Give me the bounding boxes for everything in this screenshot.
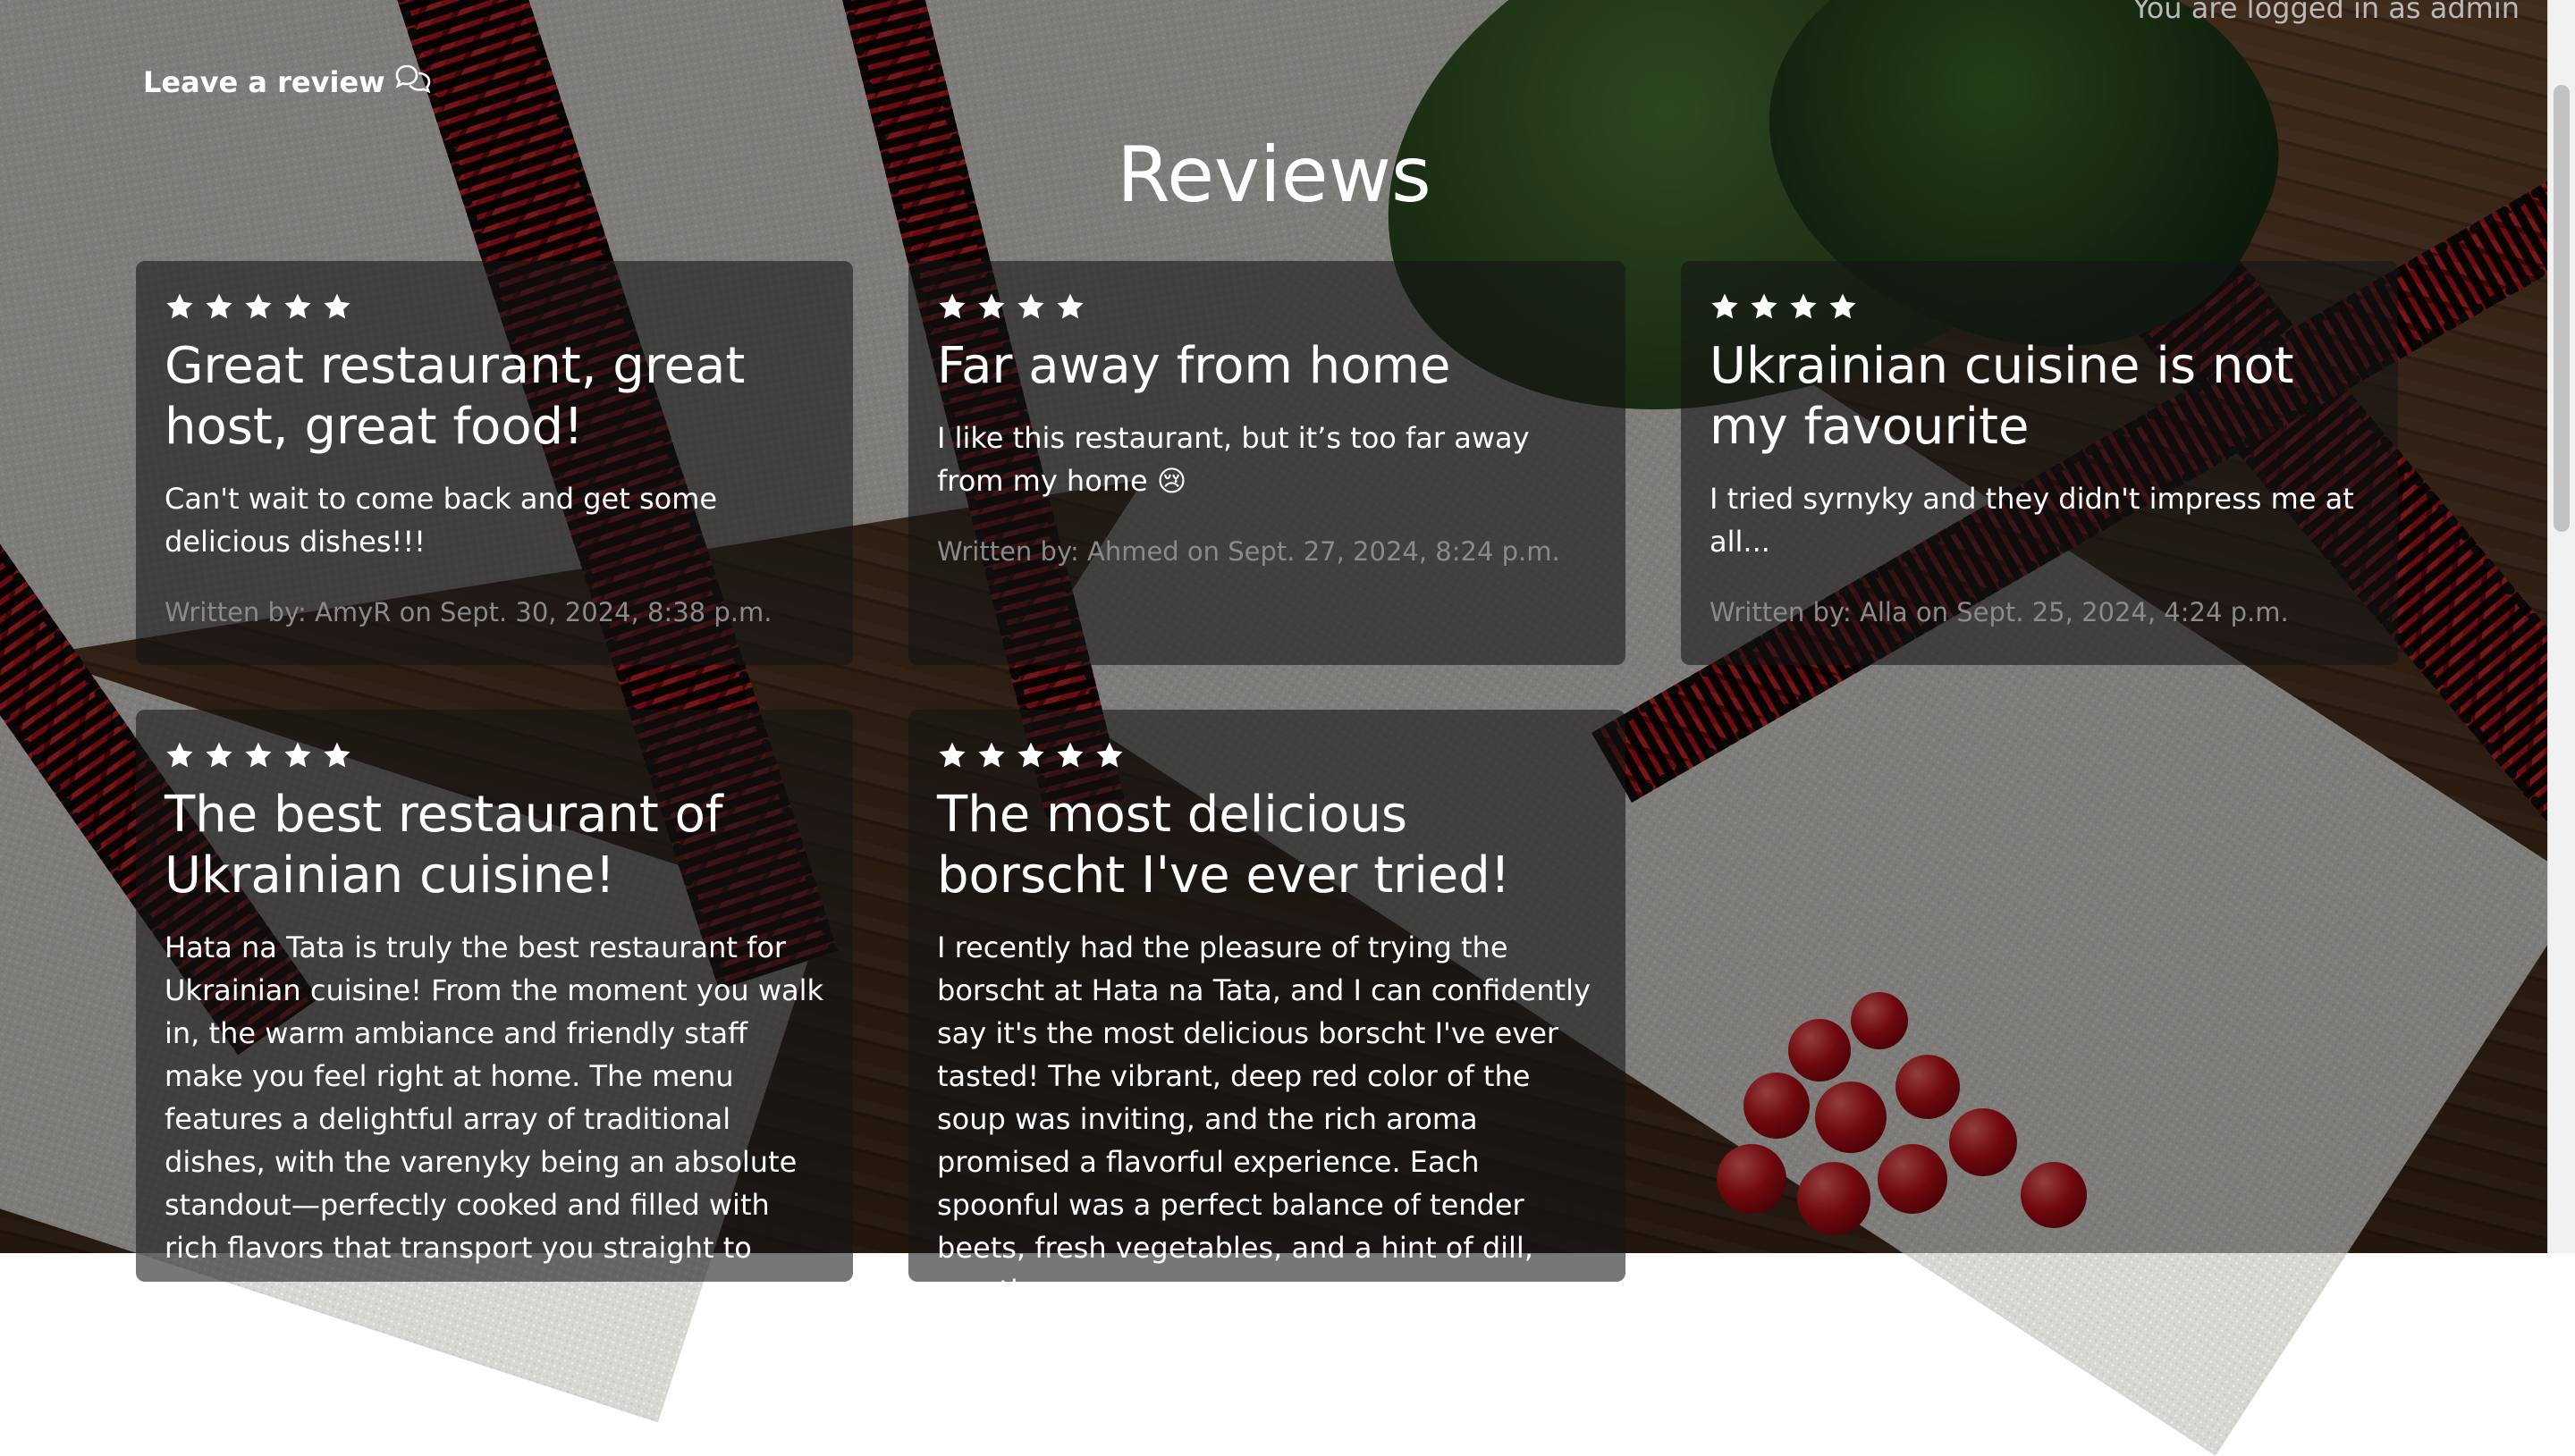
- star-rating: [165, 740, 824, 772]
- star-icon: [1096, 742, 1123, 768]
- review-card: Far away from home I like this restauran…: [908, 261, 1625, 665]
- review-body: I tried syrnyky and they didn't impress …: [1710, 482, 2354, 559]
- vertical-scrollbar[interactable]: [2547, 0, 2575, 1253]
- review-card: The most delicious borscht I've ever tri…: [908, 710, 1625, 1282]
- star-icon: [939, 742, 966, 768]
- review-title: The best restaurant of Ukrainian cuisine…: [165, 786, 723, 905]
- star-icon: [206, 293, 232, 319]
- star-rating: [937, 291, 1597, 324]
- star-icon: [166, 742, 193, 768]
- star-icon: [1751, 293, 1777, 319]
- page-title: Reviews: [1117, 130, 1431, 220]
- review-title: Far away from home: [937, 337, 1451, 395]
- review-card: The best restaurant of Ukrainian cuisine…: [136, 710, 853, 1282]
- star-icon: [939, 293, 966, 319]
- star-icon: [978, 293, 1005, 319]
- star-icon: [1829, 293, 1856, 319]
- star-icon: [324, 742, 350, 768]
- star-icon: [284, 293, 311, 319]
- star-rating: [1710, 291, 2369, 324]
- star-rating: [165, 291, 824, 324]
- star-icon: [1017, 742, 1044, 768]
- star-icon: [1057, 742, 1084, 768]
- review-meta: Written by: AmyR on Sept. 30, 2024, 8:38…: [165, 597, 772, 627]
- star-icon: [206, 742, 232, 768]
- review-meta: Written by: Ahmed on Sept. 27, 2024, 8:2…: [937, 536, 1560, 567]
- review-body: I like this restaurant, but it’s too far…: [937, 421, 1530, 498]
- star-icon: [1057, 293, 1084, 319]
- star-rating: [937, 740, 1597, 772]
- review-title: Ukrainian cuisine is not my favourite: [1710, 337, 2294, 456]
- review-title: Great restaurant, great host, great food…: [165, 337, 746, 456]
- review-card: Ukrainian cuisine is not my favourite I …: [1681, 261, 2398, 665]
- login-status: You are logged in as admin: [2132, 0, 2520, 25]
- review-title: The most delicious borscht I've ever tri…: [937, 786, 1511, 905]
- chat-bubbles-icon: [394, 63, 432, 102]
- star-icon: [978, 742, 1005, 768]
- star-icon: [245, 742, 272, 768]
- leave-review-link[interactable]: Leave a review: [143, 63, 432, 102]
- star-icon: [324, 293, 350, 319]
- star-icon: [1711, 293, 1738, 319]
- leave-review-label: Leave a review: [143, 65, 385, 99]
- star-icon: [284, 742, 311, 768]
- review-meta: Written by: Alla on Sept. 25, 2024, 4:24…: [1710, 597, 2289, 627]
- review-body: I recently had the pleasure of trying th…: [937, 930, 1591, 1282]
- review-body: Hata na Tata is truly the best restauran…: [165, 930, 824, 1265]
- star-icon: [166, 293, 193, 319]
- star-icon: [245, 293, 272, 319]
- review-body: Can't wait to come back and get some del…: [165, 482, 718, 559]
- scrollbar-thumb[interactable]: [2554, 85, 2570, 532]
- review-card: Great restaurant, great host, great food…: [136, 261, 853, 665]
- star-icon: [1017, 293, 1044, 319]
- star-icon: [1790, 293, 1817, 319]
